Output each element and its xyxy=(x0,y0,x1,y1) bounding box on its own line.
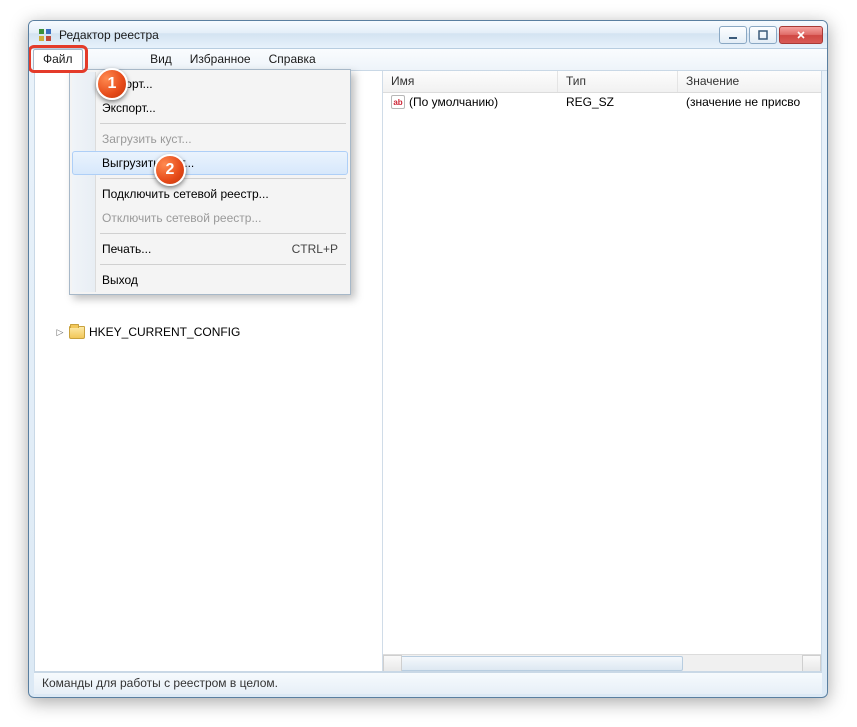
menu-separator xyxy=(100,264,346,265)
value-data: (значение не присво xyxy=(678,95,821,109)
list-body[interactable]: ab (По умолчанию) REG_SZ (значение не пр… xyxy=(383,93,821,654)
menubar: Файл Правка Вид Избранное Справка xyxy=(29,49,827,71)
horizontal-scrollbar[interactable] xyxy=(383,654,821,671)
window-title: Редактор реестра xyxy=(59,28,159,42)
menu-file[interactable]: Файл xyxy=(33,49,83,70)
value-type: REG_SZ xyxy=(558,95,678,109)
menu-help[interactable]: Справка xyxy=(260,49,325,70)
close-button[interactable] xyxy=(779,26,823,44)
tree-item-hkcc[interactable]: ▷ HKEY_CURRENT_CONFIG xyxy=(35,323,382,341)
status-text: Команды для работы с реестром в целом. xyxy=(42,676,278,690)
menu-favorites[interactable]: Избранное xyxy=(181,49,260,70)
list-pane: Имя Тип Значение ab (По умолчанию) REG_S… xyxy=(383,71,821,671)
column-header-value[interactable]: Значение xyxy=(678,71,821,92)
scrollbar-thumb[interactable] xyxy=(400,656,683,671)
window-controls xyxy=(717,26,823,44)
menu-item-load-hive: Загрузить куст... xyxy=(72,127,348,151)
menu-accelerator: CTRL+P xyxy=(292,242,338,256)
column-header-name[interactable]: Имя xyxy=(383,71,558,92)
statusbar: Команды для работы с реестром в целом. xyxy=(34,672,822,694)
tree-item-label: HKEY_CURRENT_CONFIG xyxy=(89,325,240,339)
column-header-type[interactable]: Тип xyxy=(558,71,678,92)
list-header: Имя Тип Значение xyxy=(383,71,821,93)
maximize-button[interactable] xyxy=(749,26,777,44)
expand-arrow-icon[interactable]: ▷ xyxy=(55,327,65,337)
minimize-button[interactable] xyxy=(719,26,747,44)
menu-separator xyxy=(100,123,346,124)
menu-item-exit[interactable]: Выход xyxy=(72,268,348,292)
folder-icon xyxy=(69,326,85,339)
menu-item-import[interactable]: Импорт... xyxy=(72,72,348,96)
menu-separator xyxy=(100,233,346,234)
titlebar[interactable]: Редактор реестра xyxy=(29,21,827,49)
file-menu-dropdown: Импорт... Экспорт... Загрузить куст... В… xyxy=(69,69,351,295)
menu-item-disconnect-network: Отключить сетевой реестр... xyxy=(72,206,348,230)
list-row[interactable]: ab (По умолчанию) REG_SZ (значение не пр… xyxy=(383,93,821,111)
app-icon xyxy=(37,27,53,43)
menu-view[interactable]: Вид xyxy=(141,49,181,70)
value-name: (По умолчанию) xyxy=(409,95,498,109)
string-value-icon: ab xyxy=(391,95,405,109)
menu-item-print[interactable]: Печать... CTRL+P xyxy=(72,237,348,261)
menu-separator xyxy=(100,178,346,179)
menu-item-connect-network[interactable]: Подключить сетевой реестр... xyxy=(72,182,348,206)
menu-item-export[interactable]: Экспорт... xyxy=(72,96,348,120)
menu-item-unload-hive[interactable]: Выгрузить куст... xyxy=(72,151,348,175)
